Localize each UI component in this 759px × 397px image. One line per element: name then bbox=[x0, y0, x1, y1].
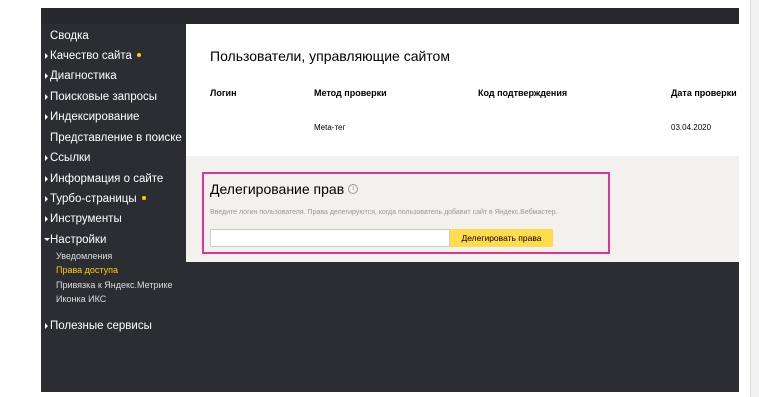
column-header-login: Логин bbox=[210, 88, 237, 98]
page-title: Пользователи, управляющие сайтом bbox=[210, 48, 450, 64]
notification-dot-icon bbox=[141, 195, 146, 200]
sidebar-subitem-metrika-link[interactable]: Привязка к Яндекс.Метрике bbox=[56, 280, 173, 290]
sidebar-subitem-iks-icon[interactable]: Иконка ИКС bbox=[56, 294, 106, 304]
sidebar-item-label: Диагностика bbox=[50, 70, 117, 82]
expand-arrow-icon bbox=[45, 94, 48, 100]
delegation-title: Делегирование прав bbox=[210, 181, 345, 197]
sidebar-item-label: Сводка bbox=[50, 30, 89, 42]
expand-arrow-icon bbox=[45, 196, 48, 202]
sidebar-item-label: Настройки bbox=[50, 234, 107, 246]
delegate-rights-button[interactable]: Делегировать права bbox=[450, 229, 553, 247]
sidebar: Сводка Качество сайта Диагностика Поиско… bbox=[41, 24, 186, 392]
sidebar-subitem-notifications[interactable]: Уведомления bbox=[56, 251, 112, 261]
sidebar-subitem-access-rights[interactable]: Права доступа bbox=[56, 265, 118, 275]
expand-arrow-icon bbox=[45, 323, 48, 329]
expand-arrow-icon bbox=[45, 155, 48, 161]
sidebar-item-label: Информация о сайте bbox=[50, 173, 164, 185]
main-content: Пользователи, управляющие сайтом Логин М… bbox=[186, 24, 739, 262]
info-icon[interactable]: i bbox=[348, 184, 359, 195]
expand-arrow-icon bbox=[45, 176, 48, 182]
column-header-code: Код подтверждения bbox=[478, 88, 568, 98]
expand-arrow-icon bbox=[45, 216, 48, 222]
sidebar-item-label: Представление в поиске bbox=[50, 132, 182, 144]
page-margin bbox=[0, 0, 41, 397]
sidebar-item-label: Поисковые запросы bbox=[50, 91, 158, 103]
sidebar-item-label: Ссылки bbox=[50, 152, 91, 164]
webmaster-app: Сводка Качество сайта Диагностика Поиско… bbox=[41, 8, 739, 392]
sidebar-item-label: Индексирование bbox=[50, 111, 140, 123]
delegation-panel: Делегирование прав i Введите логин пользо… bbox=[186, 156, 739, 262]
expand-arrow-icon bbox=[45, 114, 48, 120]
expand-arrow-icon bbox=[45, 53, 48, 59]
login-input[interactable] bbox=[210, 229, 450, 247]
sidebar-item-label: Полезные сервисы bbox=[50, 320, 152, 332]
expand-arrow-icon bbox=[45, 73, 48, 79]
delegation-hint: Введите логин пользователя. Права делеги… bbox=[210, 209, 558, 216]
top-bar bbox=[41, 8, 739, 24]
sidebar-item-label: Турбо-страницы bbox=[50, 193, 137, 205]
page-scrollbar[interactable] bbox=[750, 0, 759, 397]
sidebar-item-label: Инструменты bbox=[50, 213, 122, 225]
column-header-date: Дата проверки bbox=[671, 88, 737, 98]
cell-method: Meta-тег bbox=[314, 123, 346, 132]
notification-dot-icon bbox=[136, 52, 141, 57]
delegation-highlight-box: Делегирование прав i Введите логин пользо… bbox=[202, 172, 610, 254]
users-panel: Пользователи, управляющие сайтом Логин М… bbox=[186, 24, 739, 156]
sidebar-item-label: Качество сайта bbox=[50, 50, 132, 62]
cell-date: 03.04.2020 bbox=[671, 123, 712, 132]
column-header-method: Метод проверки bbox=[314, 88, 387, 98]
